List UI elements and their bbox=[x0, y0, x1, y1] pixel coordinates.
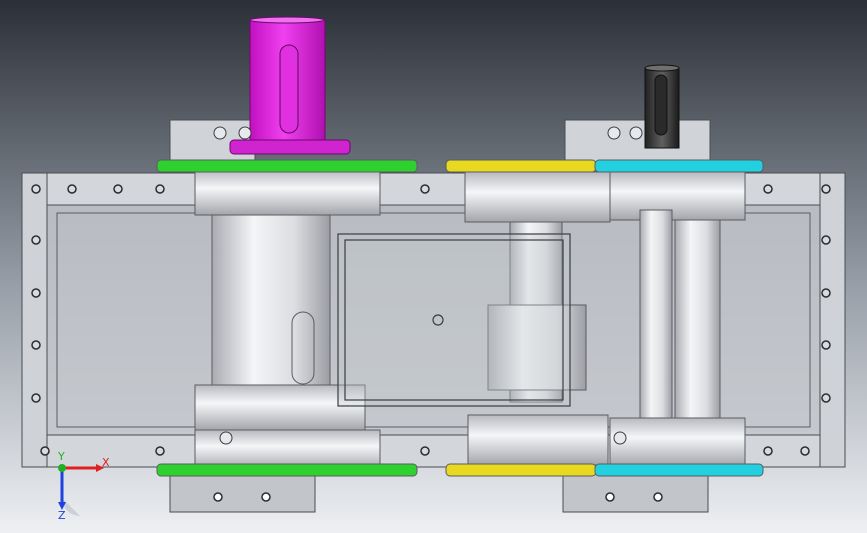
ring-right-bottom bbox=[594, 463, 764, 477]
shaft-middle-lower-bearing bbox=[467, 414, 609, 466]
ring-middle-bottom bbox=[445, 463, 597, 477]
housing-right-wall bbox=[819, 172, 846, 468]
ring-left-top bbox=[156, 159, 418, 173]
shaft-right-output-shaft bbox=[639, 209, 673, 421]
inspection-cover bbox=[337, 233, 571, 407]
output-shaft-key-slot bbox=[654, 74, 668, 136]
shaft-left-body bbox=[211, 214, 331, 386]
gearbox-model bbox=[0, 0, 867, 533]
output-shaft bbox=[644, 64, 680, 149]
shaft-right-body bbox=[674, 219, 721, 421]
ring-left-bottom bbox=[156, 463, 418, 477]
x-axis-label: X bbox=[102, 456, 110, 469]
coordinate-triad: X Y Z bbox=[57, 450, 110, 520]
shaft-right-upper-bearing bbox=[609, 171, 746, 221]
input-shaft-collar bbox=[229, 139, 351, 155]
z-axis-label: Z bbox=[58, 509, 66, 520]
shaft-middle-upper-bearing bbox=[464, 171, 611, 223]
housing-left-wall bbox=[21, 172, 48, 468]
cad-viewport[interactable]: X Y Z bbox=[0, 0, 867, 533]
shaft-left-upper-bearing bbox=[194, 169, 381, 216]
ring-middle-top bbox=[445, 159, 597, 173]
y-axis-dot bbox=[58, 464, 66, 472]
ring-right-top bbox=[594, 159, 764, 173]
shaft-right-lower-bearing bbox=[609, 417, 746, 467]
y-axis-label: Y bbox=[57, 450, 65, 463]
input-shaft-key-slot bbox=[279, 44, 299, 134]
